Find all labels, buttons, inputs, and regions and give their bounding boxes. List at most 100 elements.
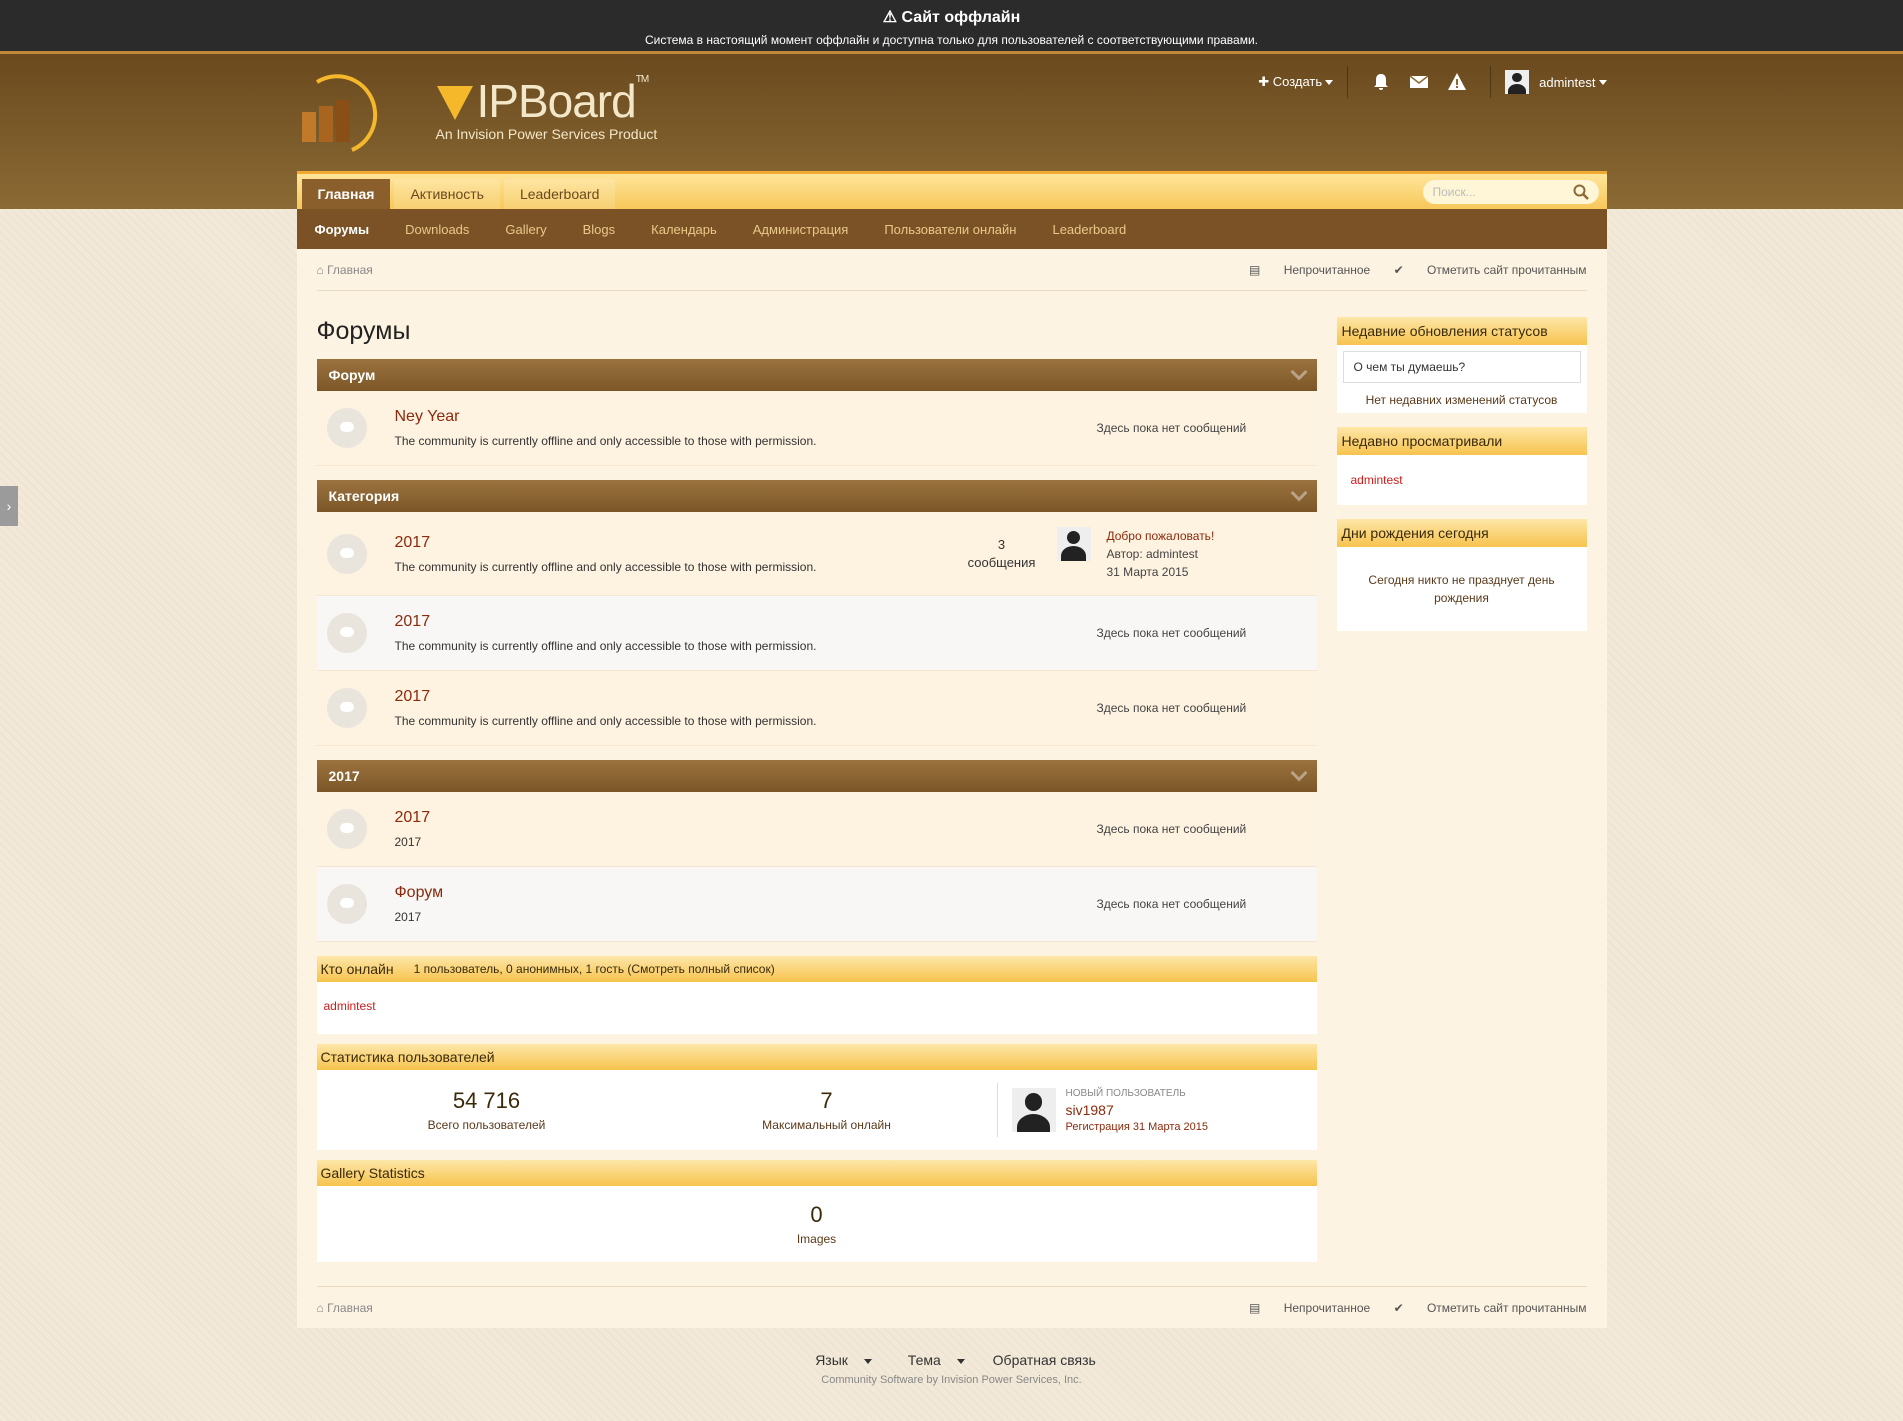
content-wrapper: Форумы Downloads Gallery Blogs Календарь… <box>296 209 1607 1328</box>
sidebar: Недавние обновления статусов О чем ты ду… <box>1336 291 1587 1272</box>
gallery-stats-header: Gallery Statistics <box>316 1160 1317 1186</box>
forum-icon <box>326 688 367 728</box>
max-online-stat: 7 Максимальный онлайн <box>762 1088 891 1132</box>
forum-row: 2017 The community is currently offline a… <box>316 671 1317 746</box>
search-icon[interactable] <box>1573 184 1589 200</box>
forum-column: Форумы Форум Ney Year The community is cu… <box>316 291 1317 1272</box>
user-stats-header: Статистика пользователей <box>316 1044 1317 1070</box>
breadcrumb-home[interactable]: ⌂ Главная <box>317 263 373 277</box>
status-updates-title: Недавние обновления статусов <box>1336 317 1587 345</box>
user-bar: ✚ Создать admintest <box>1258 66 1607 98</box>
forum-last-post: Здесь пока нет сообщений <box>1096 626 1247 640</box>
user-avatar <box>1505 70 1530 94</box>
tab-leaderboard[interactable]: Leaderboard <box>503 179 616 209</box>
forum-title[interactable]: 2017 <box>395 534 947 552</box>
subnav-leaderboard[interactable]: Leaderboard <box>1052 222 1126 237</box>
forum-last-post: Здесь пока нет сообщений <box>1096 421 1247 435</box>
forum-title[interactable]: Форум <box>395 884 1077 902</box>
tab-activity[interactable]: Активность <box>394 179 500 209</box>
recent-user-link[interactable]: admintest <box>1351 473 1403 487</box>
last-post-author: Автор: admintest <box>1106 546 1199 561</box>
images-stat: 0 Images <box>796 1202 837 1246</box>
subnav-calendar[interactable]: Календарь <box>651 222 717 237</box>
breadcrumb-bottom: ⌂ Главная ▤ Непрочитанное ✔ Отметить сай… <box>316 1286 1587 1328</box>
last-post-title[interactable]: Добро пожаловать! <box>1107 527 1215 545</box>
logo-subtitle: An Invision Power Services Product <box>435 126 658 142</box>
forum-row: 2017 The community is currently offline a… <box>316 512 1317 596</box>
logo-mark-icon <box>301 74 377 152</box>
subnav-gallery[interactable]: Gallery <box>505 222 546 237</box>
subnav-blogs[interactable]: Blogs <box>583 222 616 237</box>
birthdays-empty-text: Сегодня никто не празднует день рождения <box>1336 547 1587 631</box>
status-input[interactable]: О чем ты думаешь? <box>1342 351 1581 383</box>
newest-member: НОВЫЙ ПОЛЬЗОВАТЕЛЬ siv1987 Регистрация 31 … <box>996 1083 1317 1137</box>
mark-read-link[interactable]: ✔ Отметить сайт прочитанным <box>1394 1301 1587 1315</box>
site-logo[interactable]: IPBoardTM An Invision Power Services Pro… <box>297 68 717 152</box>
theme-menu[interactable]: Тема <box>900 1352 973 1368</box>
chevron-down-icon[interactable] <box>1290 484 1307 502</box>
online-user-link[interactable]: admintest <box>324 999 376 1013</box>
warning-icon[interactable] <box>1447 72 1467 92</box>
forum-description: The community is currently offline and o… <box>394 434 817 448</box>
offline-message: Система в настоящий момент оффлайн и дос… <box>645 33 1258 47</box>
unread-link[interactable]: ▤ Непрочитанное <box>1249 263 1370 277</box>
search-input[interactable]: Поиск... <box>1422 180 1599 204</box>
envelope-icon[interactable] <box>1409 72 1429 92</box>
forum-section: Категория 2017 The community is currently… <box>316 480 1317 746</box>
last-post-date: 31 Марта 2015 <box>1106 564 1189 579</box>
page-title: Форумы <box>316 317 411 345</box>
secondary-nav: Форумы Downloads Gallery Blogs Календарь… <box>296 209 1607 249</box>
birthdays-widget: Дни рождения сегодня Сегодня никто не пр… <box>1336 519 1587 631</box>
author-avatar[interactable] <box>1056 526 1091 561</box>
user-stats-body: 54 716 Всего пользователей 7 Максимальный … <box>316 1070 1317 1150</box>
forum-title[interactable]: 2017 <box>395 688 1077 706</box>
forum-title[interactable]: 2017 <box>395 613 1077 631</box>
forum-icon <box>326 613 367 653</box>
create-menu[interactable]: ✚ Создать <box>1258 74 1334 90</box>
site-header: IPBoardTM An Invision Power Services Pro… <box>0 54 1903 209</box>
forum-icon <box>326 533 367 574</box>
feedback-link[interactable]: Обратная связь <box>993 1352 1096 1368</box>
primary-nav: Главная Активность Leaderboard Поиск... <box>296 171 1607 209</box>
breadcrumb-home[interactable]: ⌂ Главная <box>317 1301 373 1315</box>
forum-last-post: Здесь пока нет сообщений <box>1096 701 1247 715</box>
section-header[interactable]: Форум <box>316 359 1317 391</box>
section-header[interactable]: Категория <box>316 480 1317 512</box>
forum-title[interactable]: 2017 <box>395 809 1077 827</box>
forum-row: Форум 2017 Здесь пока нет сообщений <box>316 867 1317 942</box>
user-menu[interactable]: admintest <box>1505 70 1607 94</box>
offline-banner: ⚠ Сайт оффлайн Система в настоящий момен… <box>0 0 1903 54</box>
tab-home[interactable]: Главная <box>301 179 391 209</box>
forum-description: 2017 <box>394 835 422 849</box>
who-online-header: Кто онлайн 1 пользователь, 0 анонимных, 1… <box>316 956 1317 982</box>
online-summary[interactable]: 1 пользователь, 0 анонимных, 1 гость (См… <box>414 962 775 976</box>
subnav-forums[interactable]: Форумы <box>315 222 370 237</box>
chevron-down-icon[interactable] <box>1290 363 1307 381</box>
subnav-downloads[interactable]: Downloads <box>405 222 469 237</box>
chevron-down-icon[interactable] <box>1290 764 1307 782</box>
forum-description: The community is currently offline and o… <box>394 559 817 574</box>
recently-viewed-widget: Недавно просматривали admintest <box>1336 427 1587 505</box>
bell-icon[interactable] <box>1371 72 1391 92</box>
mark-read-link[interactable]: ✔ Отметить сайт прочитанным <box>1394 263 1587 277</box>
forum-icon <box>326 408 367 448</box>
offline-title: ⚠ Сайт оффлайн <box>882 9 1021 26</box>
subnav-staff[interactable]: Администрация <box>753 222 849 237</box>
unread-link[interactable]: ▤ Непрочитанное <box>1249 1301 1370 1315</box>
newest-member-link[interactable]: siv1987 <box>1066 1102 1209 1118</box>
forum-description: The community is currently offline and o… <box>394 639 817 653</box>
gallery-stats-body: 0 Images <box>316 1186 1317 1262</box>
copyright: Community Software by Invision Power Ser… <box>821 1374 1082 1386</box>
subnav-online-users[interactable]: Пользователи онлайн <box>884 222 1016 237</box>
forum-row: 2017 The community is currently offline a… <box>316 596 1317 671</box>
birthdays-title: Дни рождения сегодня <box>1336 519 1587 547</box>
recently-viewed-title: Недавно просматривали <box>1336 427 1587 455</box>
newest-member-avatar[interactable] <box>1011 1088 1056 1132</box>
language-menu[interactable]: Язык <box>807 1352 880 1368</box>
who-online-body: admintest <box>316 982 1317 1034</box>
logo-brand: IPBoardTM <box>476 74 650 127</box>
forum-last-post: Добро пожаловать! Автор: admintest 31 Март… <box>1056 526 1307 581</box>
sidebar-toggle[interactable]: › <box>0 486 18 526</box>
section-header[interactable]: 2017 <box>316 760 1317 792</box>
forum-title[interactable]: Ney Year <box>395 408 1077 426</box>
